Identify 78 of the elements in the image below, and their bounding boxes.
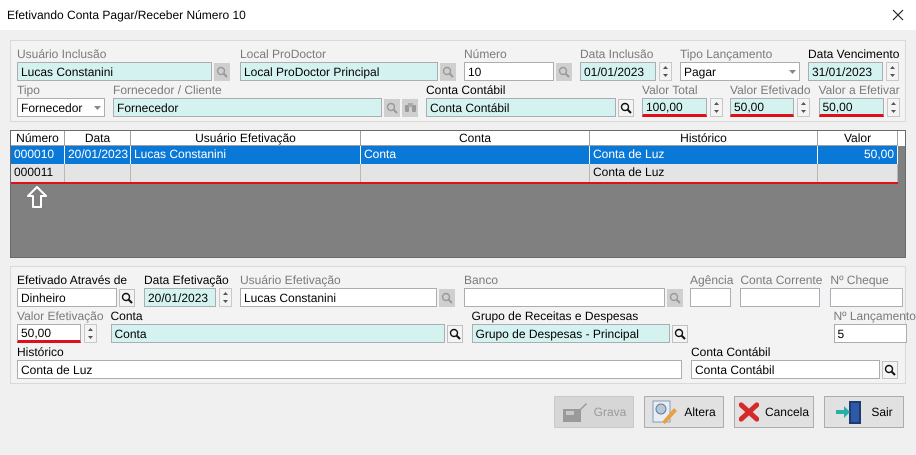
spin-button[interactable]	[886, 62, 899, 81]
search-icon	[216, 66, 228, 78]
field-label: Nº Lançamento	[834, 309, 916, 324]
field-label: Valor Efetivado	[730, 83, 810, 98]
spin-button[interactable]	[84, 324, 97, 343]
field-label: Tipo	[17, 83, 41, 98]
table-cell: 000011	[11, 164, 65, 182]
exit-button[interactable]: Sair	[824, 396, 904, 428]
search-icon	[558, 66, 570, 78]
edit-button[interactable]: Altera	[644, 396, 724, 428]
search-button[interactable]	[119, 288, 135, 306]
field-label: Valor Total	[642, 83, 699, 98]
spin-arrows-icon	[801, 102, 806, 113]
spin-arrows-icon	[223, 292, 228, 303]
input-field[interactable]: Conta de Luz	[17, 360, 682, 379]
field-label: Conta Contábil	[426, 83, 506, 98]
input-field[interactable]: 31/01/2023	[808, 62, 883, 81]
input-field[interactable]: Grupo de Despesas - Principal	[472, 324, 670, 343]
field-label: Valor a Efetivar	[818, 83, 900, 98]
field-label: Valor Efetivação	[17, 309, 104, 324]
field-label: Banco	[464, 273, 500, 288]
binoculars-icon	[404, 102, 416, 113]
table-cell: Conta de Luz	[590, 164, 818, 182]
caret-icon	[94, 106, 101, 110]
search-icon	[442, 66, 454, 78]
spin-arrows-icon	[890, 66, 895, 77]
field-label: Data Vencimento	[808, 47, 900, 62]
field-label: Usuário Efetivação	[240, 273, 342, 288]
search-icon	[674, 328, 686, 340]
input-field[interactable]: Dinheiro	[17, 288, 117, 307]
close-icon[interactable]	[892, 9, 904, 21]
search-button[interactable]	[672, 324, 688, 342]
spin-arrows-icon	[714, 102, 719, 113]
search-icon	[441, 292, 453, 304]
field-label: Histórico	[17, 345, 65, 360]
spin-button[interactable]	[886, 98, 900, 117]
field-label: Tipo Lançamento	[680, 47, 774, 62]
field-label: Grupo de Receitas e Despesas	[472, 309, 640, 324]
spin-arrows-icon	[663, 66, 668, 77]
spin-button[interactable]	[710, 98, 723, 117]
search-button[interactable]	[446, 324, 462, 342]
spin-arrows-icon	[890, 102, 896, 113]
input-field[interactable]: Conta Contábil	[426, 98, 616, 117]
search-icon	[448, 328, 460, 340]
field-label: Agência	[690, 273, 734, 288]
caret-icon	[789, 70, 796, 74]
field-label: Conta Corrente	[740, 273, 822, 288]
field-label: Data Efetivação	[144, 273, 230, 288]
spin-button[interactable]	[219, 288, 232, 307]
field-label: Usuário Inclusão	[17, 47, 108, 62]
spin-button[interactable]	[659, 62, 672, 81]
field-label: Número	[464, 47, 508, 62]
search-icon	[620, 102, 632, 114]
input-field[interactable]: Conta	[110, 324, 444, 343]
up-arrow-icon	[27, 186, 47, 208]
window-title: Efetivando Conta Pagar/Receber Número 10	[7, 8, 246, 22]
field-label: Fornecedor / Cliente	[113, 83, 223, 98]
field-label: Conta Contábil	[691, 345, 772, 360]
field-label: Nº Cheque	[830, 273, 890, 288]
input-field[interactable]: Conta Contábil	[691, 360, 880, 379]
field-label: Data Inclusão	[580, 47, 654, 62]
input-field[interactable]: 20/01/2023	[144, 288, 216, 307]
spin-button[interactable]	[797, 98, 810, 117]
magnifier-pencil-icon	[652, 400, 678, 424]
search-button[interactable]	[618, 98, 634, 116]
table-row[interactable]: 000011 Conta de Luz	[11, 164, 898, 184]
search-icon	[121, 292, 133, 304]
search-button[interactable]	[882, 360, 898, 378]
cancel-button[interactable]: Cancela	[734, 396, 814, 428]
field-label: Local ProDoctor	[240, 47, 328, 62]
spin-arrows-icon	[88, 328, 93, 339]
search-icon	[884, 364, 896, 376]
save-icon	[562, 401, 588, 423]
table-row[interactable]: 000010 20/01/2023 Lucas Constanini Conta Conta de Luz 50,00	[11, 146, 898, 164]
field-label: Conta	[110, 309, 144, 324]
search-icon	[669, 292, 681, 304]
search-icon	[386, 102, 398, 114]
field-label: Efetivado Através de	[17, 273, 128, 288]
